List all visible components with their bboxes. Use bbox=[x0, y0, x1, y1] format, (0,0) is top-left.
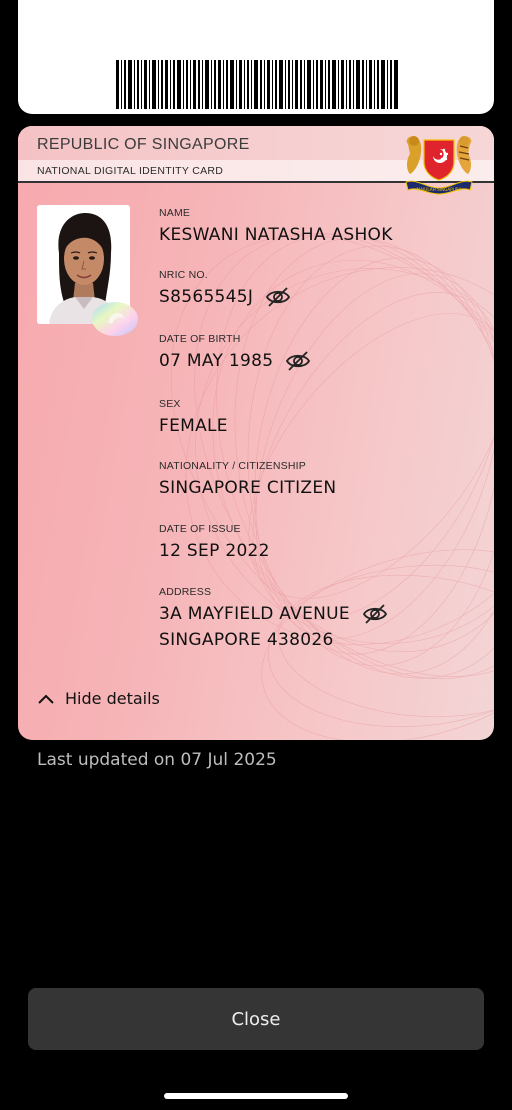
eye-slash-icon[interactable] bbox=[285, 350, 311, 372]
country-title: REPUBLIC OF SINGAPORE bbox=[37, 136, 250, 153]
chevron-up-icon bbox=[38, 694, 54, 704]
address-line1: 3A MAYFIELD AVENUE bbox=[159, 604, 350, 624]
address-line2: SINGAPORE 438026 bbox=[159, 630, 334, 650]
sex-label: SEX bbox=[159, 398, 181, 410]
eye-slash-icon[interactable] bbox=[265, 286, 291, 308]
identity-card: REPUBLIC OF SINGAPORE NATIONAL DIGITAL I… bbox=[18, 126, 494, 740]
address-field: ADDRESS 3A MAYFIELD AVENUE SINGAPORE 438… bbox=[159, 586, 388, 653]
nationality-label: NATIONALITY / CITIZENSHIP bbox=[159, 460, 306, 472]
last-updated-text: Last updated on 07 Jul 2025 bbox=[37, 750, 277, 770]
date-of-birth-value: 07 MAY 1985 bbox=[159, 351, 274, 371]
eye-slash-icon[interactable] bbox=[362, 603, 388, 625]
date-of-birth-label: DATE OF BIRTH bbox=[159, 333, 241, 345]
barcode bbox=[116, 60, 398, 109]
hologram-icon bbox=[92, 302, 138, 336]
sex-value: FEMALE bbox=[159, 416, 228, 436]
nationality-field: NATIONALITY / CITIZENSHIP SINGAPORE CITI… bbox=[159, 460, 336, 501]
sex-field: SEX FEMALE bbox=[159, 398, 228, 439]
date-of-issue-field: DATE OF ISSUE 12 SEP 2022 bbox=[159, 523, 270, 564]
home-indicator bbox=[164, 1093, 348, 1099]
date-of-issue-value: 12 SEP 2022 bbox=[159, 541, 270, 561]
nric-value: S8565545J bbox=[159, 287, 254, 307]
barcode-card bbox=[18, 0, 494, 114]
nric-label: NRIC NO. bbox=[159, 269, 208, 281]
singapore-coat-of-arms-icon: MAJULAH SINGAPURA bbox=[405, 136, 473, 195]
address-label: ADDRESS bbox=[159, 586, 212, 598]
name-field: NAME KESWANI NATASHA ASHOK bbox=[159, 207, 393, 248]
id-card-screen: REPUBLIC OF SINGAPORE NATIONAL DIGITAL I… bbox=[0, 0, 512, 1110]
svg-text:MAJULAH SINGAPURA: MAJULAH SINGAPURA bbox=[417, 187, 462, 192]
card-subtitle: NATIONAL DIGITAL IDENTITY CARD bbox=[37, 165, 224, 177]
name-value: KESWANI NATASHA ASHOK bbox=[159, 225, 393, 245]
close-button[interactable]: Close bbox=[28, 988, 484, 1050]
hide-details-toggle[interactable]: Hide details bbox=[37, 689, 160, 708]
nationality-value: SINGAPORE CITIZEN bbox=[159, 478, 337, 498]
date-of-birth-field: DATE OF BIRTH 07 MAY 1985 bbox=[159, 333, 311, 374]
hide-details-label: Hide details bbox=[65, 689, 160, 708]
nric-field: NRIC NO. S8565545J bbox=[159, 269, 291, 310]
name-label: NAME bbox=[159, 207, 191, 219]
date-of-issue-label: DATE OF ISSUE bbox=[159, 523, 241, 535]
